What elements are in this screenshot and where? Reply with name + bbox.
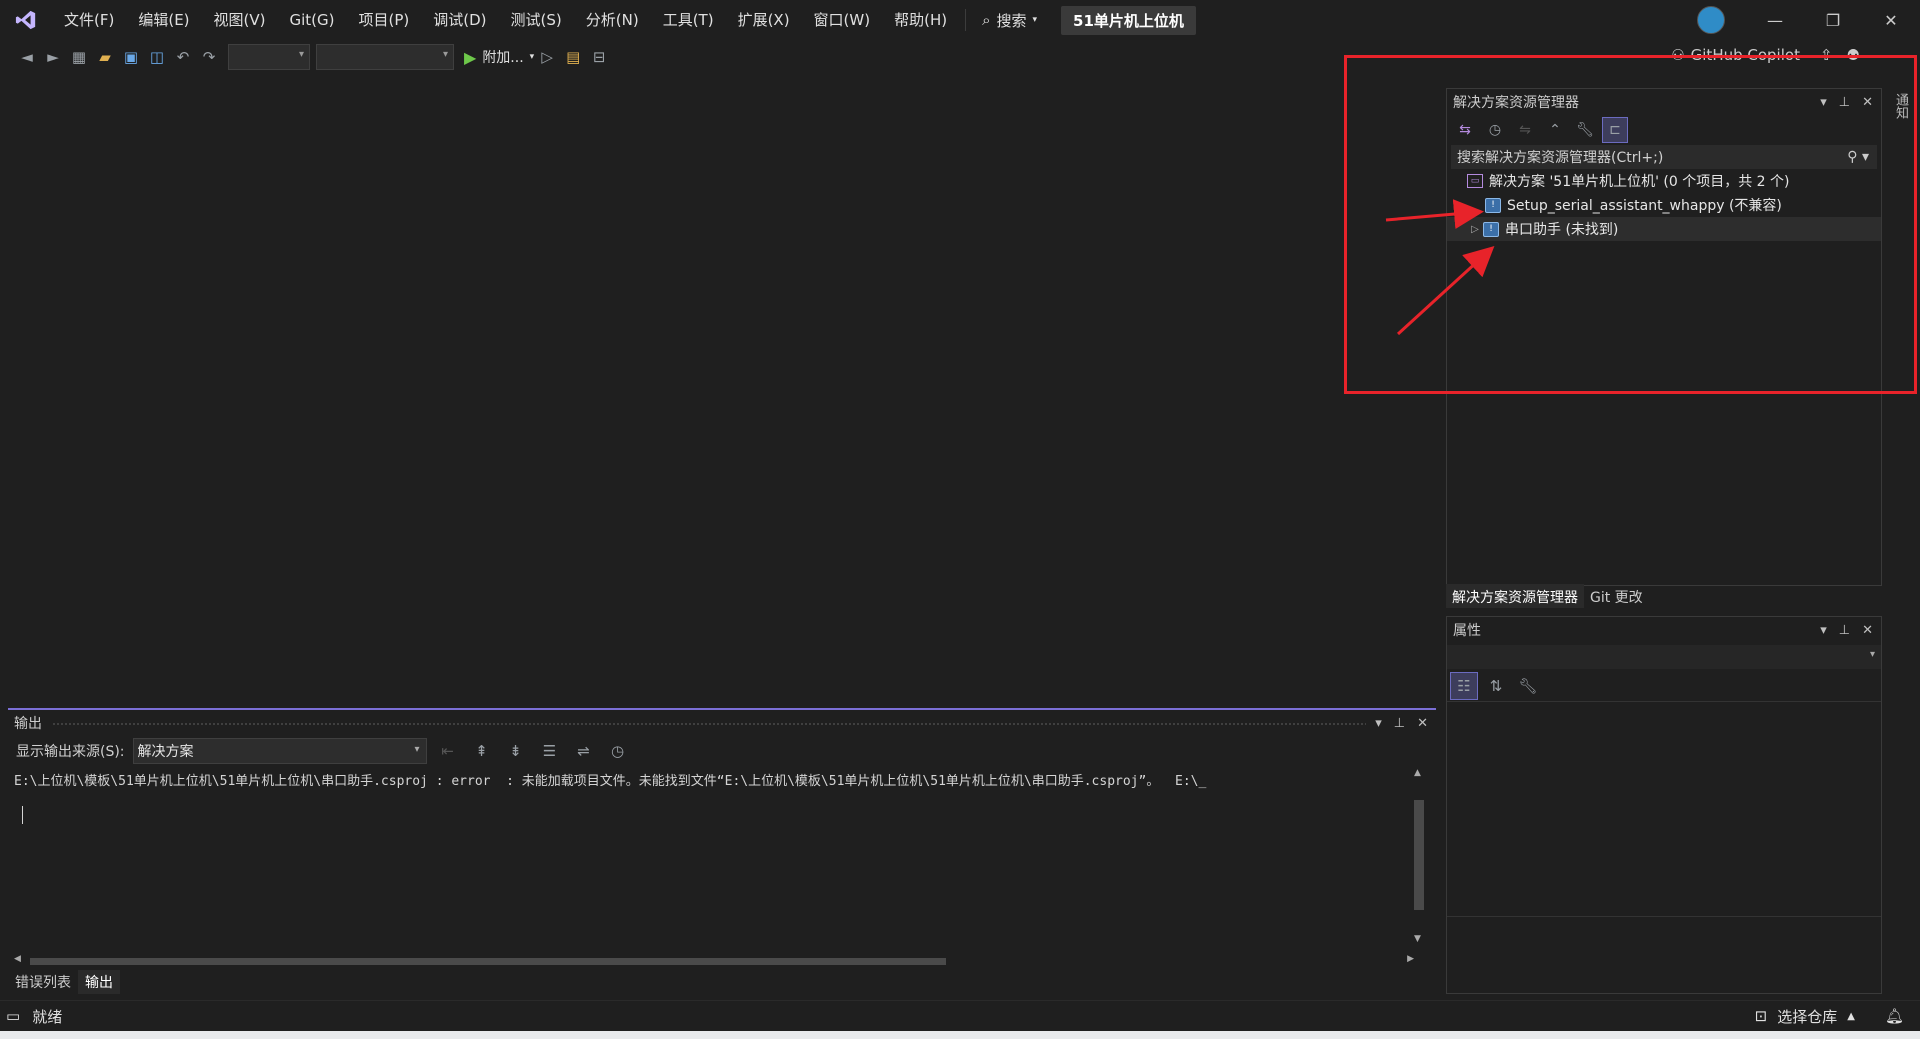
- output-source-select[interactable]: 解决方案 ▾: [132, 738, 427, 764]
- pin-icon[interactable]: ⊥: [1839, 623, 1850, 638]
- undo-icon[interactable]: ↶: [170, 44, 196, 70]
- folder-view-icon[interactable]: ▤: [560, 44, 586, 70]
- play-icon: ▶: [464, 47, 477, 67]
- configuration-combo[interactable]: ▾: [228, 44, 310, 70]
- next-message-icon[interactable]: ⇟: [503, 738, 529, 764]
- properties-panel: 属性 ▾ ⊥ ✕ ▾ ☷ ⇅ 🔧︎: [1446, 616, 1882, 994]
- redo-icon[interactable]: ↷: [196, 44, 222, 70]
- chevron-down-icon[interactable]: ▾: [1375, 716, 1382, 731]
- scroll-left-icon[interactable]: ◀: [14, 954, 21, 964]
- status-bar: ▭ 就绪 ⊡ 选择仓库 ▲ 🔔︎: [0, 1000, 1920, 1031]
- visual-studio-logo-icon[interactable]: [0, 0, 52, 40]
- new-project-icon[interactable]: ▦: [66, 44, 92, 70]
- tab-error-list[interactable]: 错误列表: [8, 970, 78, 994]
- chevron-down-icon: ▾: [1032, 15, 1038, 25]
- notification-bubble-icon[interactable]: ▭: [6, 1007, 20, 1025]
- timestamp-icon[interactable]: ◷: [605, 738, 631, 764]
- menu-debug[interactable]: 调试(D): [421, 0, 498, 40]
- pin-icon[interactable]: ⊥: [1394, 716, 1405, 731]
- scrollbar-thumb[interactable]: [30, 958, 946, 965]
- properties-description-area: [1447, 916, 1881, 993]
- output-source-label: 显示输出来源(S):: [16, 744, 125, 760]
- menu-git[interactable]: Git(G): [278, 0, 347, 40]
- annotation-highlight-box: [1344, 55, 1917, 394]
- solution-explorer-tabs: 解决方案资源管理器 Git 更改: [1446, 584, 1880, 608]
- start-without-debug-icon[interactable]: ▷: [534, 44, 560, 70]
- attach-button[interactable]: ▶ 附加... ▾: [464, 47, 534, 67]
- output-header: 输出 ▾ ⊥ ✕: [8, 710, 1436, 736]
- menu-analyze[interactable]: 分析(N): [574, 0, 651, 40]
- menu-project[interactable]: 项目(P): [347, 0, 422, 40]
- horizontal-scrollbar[interactable]: ◀ ▶: [14, 954, 1414, 968]
- bottom-panel-tabs: 错误列表 输出: [8, 970, 120, 994]
- close-icon[interactable]: ✕: [1417, 716, 1428, 731]
- back-icon[interactable]: ◄: [14, 44, 40, 70]
- menu-bar: 文件(F) 编辑(E) 视图(V) Git(G) 项目(P) 调试(D) 测试(…: [0, 0, 1920, 40]
- menu-help[interactable]: 帮助(H): [882, 0, 959, 40]
- save-all-icon[interactable]: ◫: [144, 44, 170, 70]
- scroll-right-icon[interactable]: ▶: [1407, 954, 1414, 964]
- word-wrap-icon[interactable]: ⇌: [571, 738, 597, 764]
- menu-separator: [965, 9, 967, 31]
- bell-icon[interactable]: 🔔︎: [1885, 1007, 1904, 1025]
- attach-label: 附加...: [482, 50, 524, 66]
- menu-edit[interactable]: 编辑(E): [126, 0, 201, 40]
- chevron-down-icon: ▾: [442, 49, 448, 60]
- output-text[interactable]: E:\上位机\模板\51单片机上位机\51单片机上位机\串口助手.csproj …: [14, 770, 1404, 930]
- property-pages-icon[interactable]: 🔧︎: [1515, 673, 1541, 699]
- previous-message-icon[interactable]: ⇞: [469, 738, 495, 764]
- select-repository-button[interactable]: 选择仓库: [1777, 1006, 1837, 1027]
- menu-test[interactable]: 测试(S): [499, 0, 574, 40]
- clear-all-icon[interactable]: ☰: [537, 738, 563, 764]
- save-icon[interactable]: ▣: [118, 44, 144, 70]
- properties-object-combo[interactable]: ▾: [1447, 645, 1881, 669]
- avatar[interactable]: [1697, 6, 1725, 34]
- repository-icon: ⊡: [1754, 1007, 1768, 1025]
- forward-icon[interactable]: ►: [40, 44, 66, 70]
- scrollbar-thumb[interactable]: [1414, 800, 1424, 910]
- output-source-value: 解决方案: [137, 744, 194, 760]
- menu-extensions[interactable]: 扩展(X): [726, 0, 802, 40]
- solution-name-badge: 51单片机上位机: [1061, 5, 1196, 35]
- alphabetical-icon[interactable]: ⇅: [1483, 673, 1509, 699]
- tab-git-changes[interactable]: Git 更改: [1584, 584, 1649, 608]
- window-layout-icon[interactable]: ⊟: [586, 44, 612, 70]
- open-folder-icon[interactable]: ▰: [92, 44, 118, 70]
- scroll-down-icon[interactable]: ▼: [1414, 934, 1421, 944]
- search-label: 搜索: [996, 11, 1027, 30]
- output-title: 输出: [14, 716, 42, 732]
- chevron-down-icon[interactable]: ▾: [1820, 623, 1827, 638]
- tab-solution-explorer[interactable]: 解决方案资源管理器: [1446, 584, 1584, 608]
- close-icon[interactable]: ✕: [1862, 623, 1873, 638]
- window-controls: — ❐ ✕: [1746, 0, 1920, 40]
- chevron-down-icon: ▾: [1869, 649, 1875, 660]
- search-menu[interactable]: ⌕ 搜索 ▾: [972, 10, 1047, 31]
- status-text: 就绪: [32, 1007, 63, 1026]
- categorized-icon[interactable]: ☷: [1450, 672, 1478, 700]
- menu-file[interactable]: 文件(F): [52, 0, 126, 40]
- menu-view[interactable]: 视图(V): [202, 0, 278, 40]
- chevron-down-icon: ▾: [298, 49, 304, 60]
- properties-header: 属性 ▾ ⊥ ✕: [1447, 617, 1881, 643]
- properties-toolbar: ☷ ⇅ 🔧︎: [1447, 671, 1881, 702]
- vertical-scrollbar[interactable]: ▲ ▼: [1412, 768, 1426, 944]
- minimize-icon[interactable]: —: [1746, 0, 1804, 40]
- platform-combo[interactable]: ▾: [316, 44, 454, 70]
- properties-title: 属性: [1453, 623, 1481, 639]
- menu-tools[interactable]: 工具(T): [651, 0, 726, 40]
- chevron-up-icon: ▲: [1847, 1010, 1855, 1022]
- chevron-down-icon: ▾: [414, 744, 420, 755]
- drag-grip[interactable]: [52, 722, 1366, 726]
- tab-output[interactable]: 输出: [78, 970, 120, 994]
- menu-window[interactable]: 窗口(W): [802, 0, 883, 40]
- text-caret: [22, 806, 23, 824]
- taskbar-strip: [0, 1031, 1920, 1039]
- search-icon: ⌕: [982, 11, 991, 29]
- scroll-up-icon[interactable]: ▲: [1414, 768, 1421, 778]
- output-toolbar: 显示输出来源(S): 解决方案 ▾ ⇤ ⇞ ⇟ ☰ ⇌ ◷: [8, 736, 1436, 766]
- close-icon[interactable]: ✕: [1862, 0, 1920, 40]
- restore-icon[interactable]: ❐: [1804, 0, 1862, 40]
- find-message-icon[interactable]: ⇤: [435, 738, 461, 764]
- output-panel: 输出 ▾ ⊥ ✕ 显示输出来源(S): 解决方案 ▾ ⇤ ⇞ ⇟ ☰ ⇌ ◷ E…: [8, 708, 1436, 970]
